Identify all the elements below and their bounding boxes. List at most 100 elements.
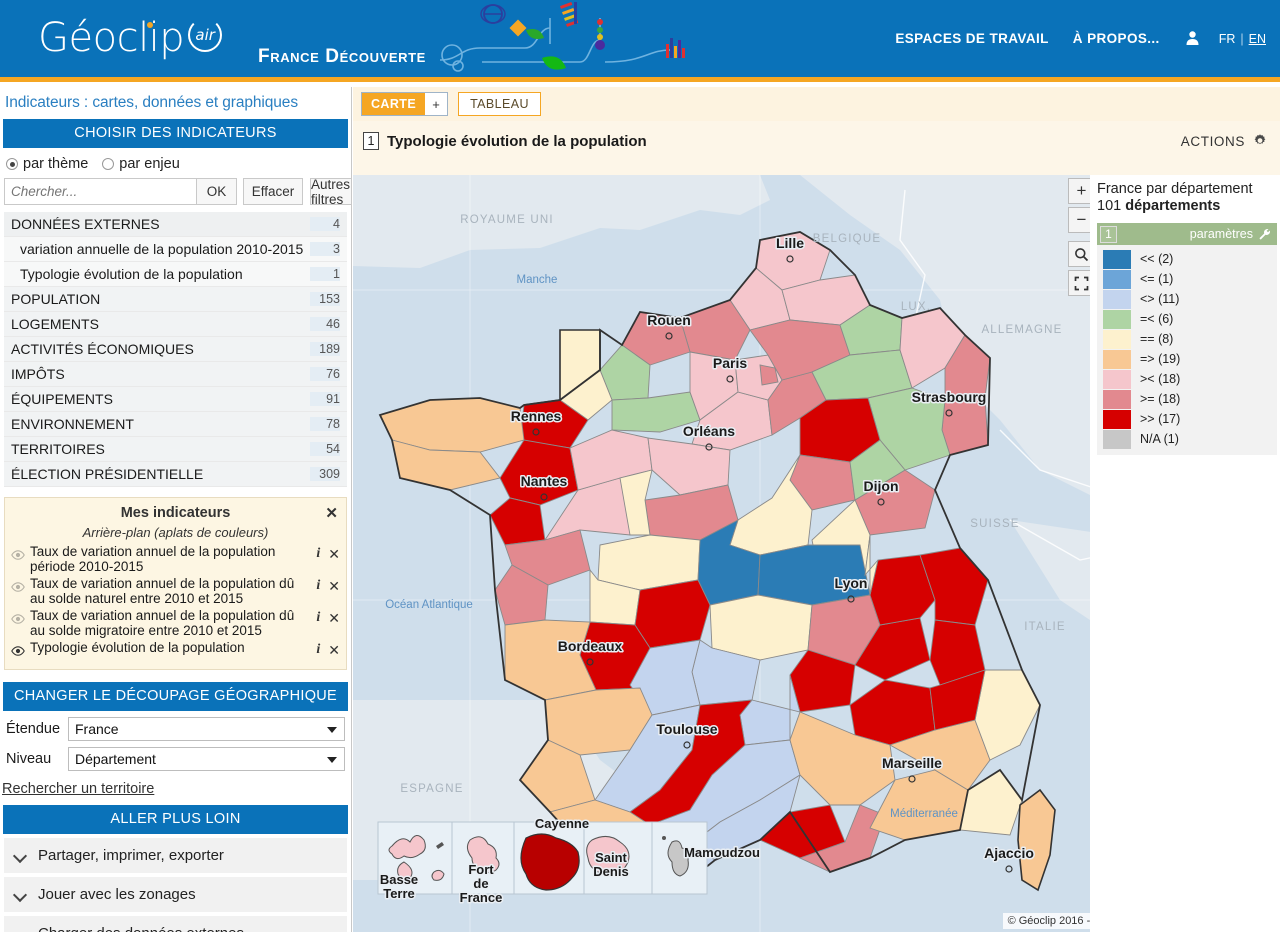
theme-row[interactable]: ENVIRONNEMENT 78: [4, 412, 347, 437]
legend-swatch: [1103, 429, 1131, 449]
info-icon[interactable]: i: [316, 578, 320, 595]
theme-row[interactable]: IMPÔTS 76: [4, 362, 347, 387]
remove-icon[interactable]: ✕: [328, 610, 340, 627]
language-switcher[interactable]: FR | EN: [1219, 32, 1266, 46]
logo[interactable]: Géoclip air: [38, 16, 223, 60]
mes-indicateur-item: Typologie évolution de la population i ✕: [11, 639, 340, 662]
mes-indicateur-label[interactable]: Typologie évolution de la population: [30, 640, 305, 655]
legend-row[interactable]: >= (18): [1097, 389, 1277, 409]
city-label: Rouen: [647, 312, 691, 328]
chevron-down-icon: [327, 727, 337, 733]
radio-par-theme[interactable]: par thème: [6, 156, 88, 172]
info-icon[interactable]: i: [316, 642, 320, 659]
legend-row[interactable]: =< (6): [1097, 309, 1277, 329]
theme-row[interactable]: ÉLECTION PRÉSIDENTIELLE 309: [4, 462, 347, 487]
legend-swatch: [1103, 389, 1131, 409]
aller-plus-loin-header[interactable]: ALLER PLUS LOIN: [3, 805, 348, 834]
city-label: Dijon: [864, 478, 899, 494]
legend-count-row: 101 départements: [1097, 198, 1280, 214]
nav-a-propos[interactable]: À PROPOS...: [1073, 31, 1160, 46]
eye-icon[interactable]: [11, 643, 25, 661]
add-map-button[interactable]: +: [425, 93, 448, 115]
radio-par-theme-input[interactable]: [6, 158, 18, 170]
ok-button[interactable]: OK: [197, 178, 237, 205]
choose-indicators-header[interactable]: CHOISIR DES INDICATEURS: [3, 119, 348, 148]
eye-icon[interactable]: [11, 611, 25, 629]
legend-swatch: [1103, 249, 1131, 269]
legend-parameters-button[interactable]: paramètres: [1190, 227, 1271, 241]
theme-row[interactable]: DONNÉES EXTERNES 4: [4, 212, 347, 237]
actions-button[interactable]: ACTIONS: [1181, 133, 1268, 149]
accordion-label: Charger des données externes: [38, 925, 244, 932]
map-area[interactable]: ROYAUME UNI BELGIQUE LUX. ALLEMAGNE SUISSE IT…: [353, 175, 1280, 932]
mes-indicateur-label[interactable]: Taux de variation annuel de la populatio…: [30, 576, 305, 606]
theme-row[interactable]: Typologie évolution de la population 1: [4, 262, 347, 287]
sidebar-top-title: Indicateurs : cartes, données et graphiq…: [5, 94, 298, 111]
theme-row[interactable]: LOGEMENTS 46: [4, 312, 347, 337]
search-icon: [1075, 247, 1089, 261]
theme-row[interactable]: POPULATION 153: [4, 287, 347, 312]
city-label: Ajaccio: [984, 845, 1034, 861]
legend-row[interactable]: <= (1): [1097, 269, 1277, 289]
remove-icon[interactable]: ✕: [328, 578, 340, 595]
legend-parameters-label: paramètres: [1189, 227, 1253, 241]
accordion-row[interactable]: Charger des données externes: [4, 916, 347, 932]
remove-icon[interactable]: ✕: [328, 546, 340, 563]
chevron-down-icon: [327, 757, 337, 763]
eye-icon[interactable]: [11, 579, 25, 597]
theme-label: variation annuelle de la population 2010…: [20, 241, 304, 257]
lang-en[interactable]: EN: [1249, 32, 1266, 46]
person-icon[interactable]: [1184, 30, 1201, 47]
legend-swatch: [1103, 269, 1131, 289]
effacer-button[interactable]: Effacer: [243, 178, 303, 205]
info-icon[interactable]: i: [316, 546, 320, 563]
legend-row[interactable]: >< (18): [1097, 369, 1277, 389]
mes-indicateur-label[interactable]: Taux de variation annuel de la populatio…: [30, 544, 305, 574]
tab-carte[interactable]: CARTE +: [361, 92, 449, 116]
tab-tableau[interactable]: TABLEAU: [458, 92, 541, 116]
country-label: ALLEMAGNE: [981, 324, 1062, 336]
legend-row[interactable]: N/A (1): [1097, 429, 1277, 449]
legend-row[interactable]: << (2): [1097, 249, 1277, 269]
mes-indicateur-actions: i ✕: [310, 642, 340, 659]
eye-icon[interactable]: [11, 547, 25, 565]
logo-dot: [147, 22, 153, 28]
accordion-row[interactable]: Jouer avec les zonages: [4, 877, 347, 912]
theme-row[interactable]: variation annuelle de la population 2010…: [4, 237, 347, 262]
radio-par-enjeu-input[interactable]: [102, 158, 115, 170]
theme-row[interactable]: TERRITOIRES 54: [4, 437, 347, 462]
legend-row[interactable]: == (8): [1097, 329, 1277, 349]
dom-label: Cayenne: [535, 816, 589, 831]
legend-count-unit: départements: [1125, 198, 1221, 214]
legend-swatch: [1103, 369, 1131, 389]
accordion-row[interactable]: Partager, imprimer, exporter: [4, 838, 347, 873]
close-icon[interactable]: ✕: [325, 504, 338, 522]
nav-espaces-de-travail[interactable]: ESPACES DE TRAVAIL: [895, 31, 1048, 46]
theme-label: IMPÔTS: [11, 366, 65, 382]
radio-par-theme-label: par thème: [23, 156, 89, 172]
radio-par-enjeu[interactable]: par enjeu: [102, 156, 180, 172]
mes-indicateur-label[interactable]: Taux de variation annuel de la populatio…: [30, 608, 305, 638]
niveau-select[interactable]: Département: [68, 747, 345, 771]
theme-row[interactable]: ACTIVITÉS ÉCONOMIQUES 189: [4, 337, 347, 362]
rechercher-territoire-link[interactable]: Rechercher un territoire: [2, 781, 345, 797]
legend-swatch: [1103, 409, 1131, 429]
legend-row[interactable]: >> (17): [1097, 409, 1277, 429]
legend-row[interactable]: => (19): [1097, 349, 1277, 369]
dom-label: Saint Denis: [593, 850, 628, 879]
legend-row[interactable]: <> (11): [1097, 289, 1277, 309]
etendue-select[interactable]: France: [68, 717, 345, 741]
legend-label: <= (1): [1140, 272, 1174, 286]
theme-count: 78: [310, 417, 340, 431]
country-label: ESPAGNE: [400, 783, 463, 795]
info-icon[interactable]: i: [316, 610, 320, 627]
remove-icon[interactable]: ✕: [328, 642, 340, 659]
theme-count: 4: [310, 217, 340, 231]
theme-row[interactable]: ÉQUIPEMENTS 91: [4, 387, 347, 412]
lang-fr[interactable]: FR: [1219, 32, 1236, 46]
geo-section-header[interactable]: CHANGER LE DÉCOUPAGE GÉOGRAPHIQUE: [3, 682, 348, 711]
theme-label: TERRITOIRES: [11, 441, 105, 457]
accordion-label: Jouer avec les zonages: [38, 886, 196, 903]
search-input[interactable]: [4, 178, 197, 205]
autres-filtres-button[interactable]: Autres filtres: [310, 177, 351, 207]
